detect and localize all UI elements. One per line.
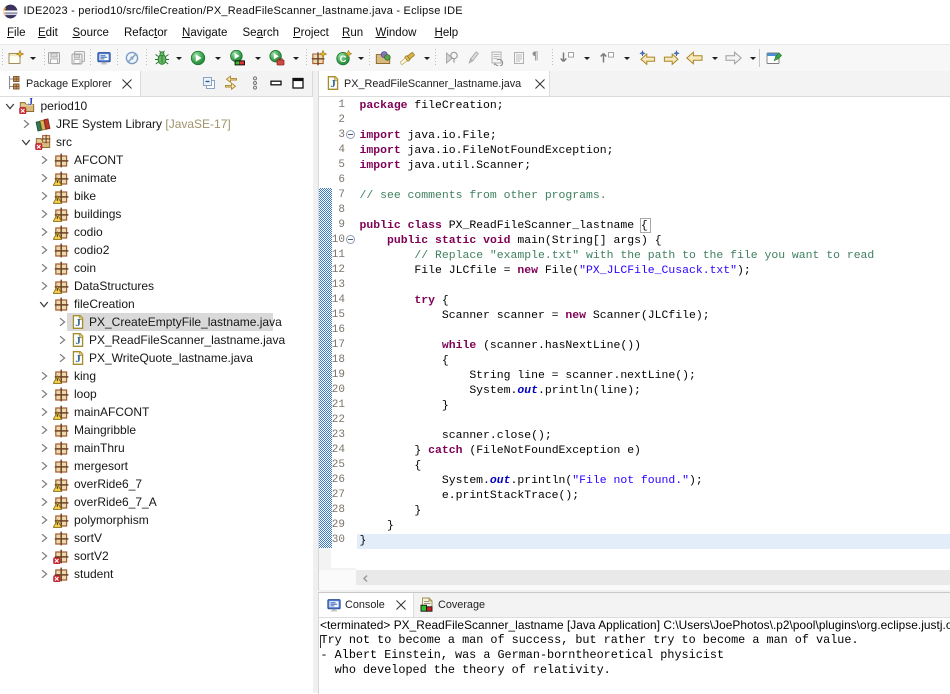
svg-text:C: C	[340, 54, 347, 65]
